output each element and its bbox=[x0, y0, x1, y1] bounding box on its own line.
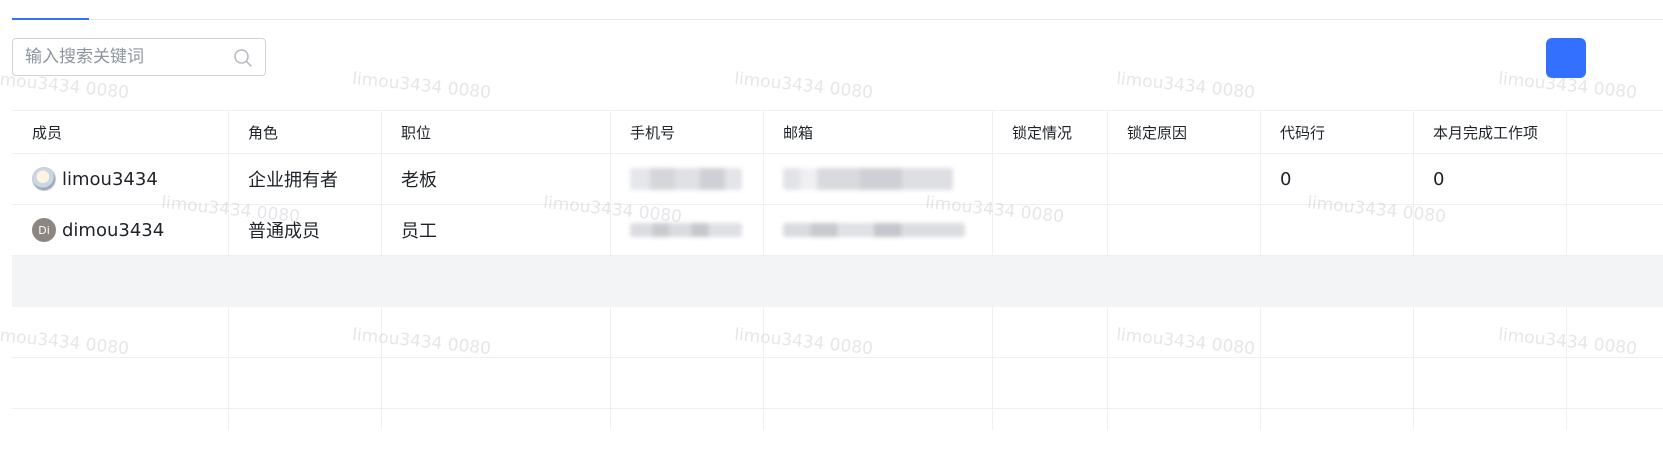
phone-cell bbox=[610, 205, 763, 255]
header-member[interactable]: 成员 bbox=[12, 111, 228, 153]
lock-reason-cell bbox=[1107, 154, 1260, 204]
member-cell[interactable]: Di dimou3434 bbox=[12, 205, 228, 255]
blurred-phone bbox=[630, 223, 742, 237]
code-lines-cell: 0 bbox=[1280, 168, 1292, 190]
lock-status-cell bbox=[992, 205, 1107, 255]
search-box[interactable] bbox=[12, 38, 266, 76]
lock-reason-cell bbox=[1107, 205, 1260, 255]
blurred-email bbox=[783, 223, 965, 237]
header-phone[interactable]: 手机号 bbox=[610, 111, 763, 153]
email-cell bbox=[763, 154, 992, 204]
watermark: limou3434 0080 bbox=[733, 68, 874, 104]
work-items-cell: 0 bbox=[1433, 168, 1445, 190]
avatar: Di bbox=[32, 218, 56, 242]
header-code-lines[interactable]: 代码行 bbox=[1260, 111, 1413, 153]
header-lock-reason[interactable]: 锁定原因 bbox=[1107, 111, 1260, 153]
header-work-items[interactable]: 本月完成工作项 bbox=[1413, 111, 1566, 153]
blurred-phone bbox=[630, 168, 742, 190]
email-cell bbox=[763, 205, 992, 255]
watermark: limou3434 0080 bbox=[1115, 68, 1256, 104]
avatar bbox=[32, 167, 56, 191]
search-icon[interactable] bbox=[233, 48, 253, 68]
table-row[interactable]: limou3434 企业拥有者 老板 0 0 bbox=[12, 154, 1663, 205]
empty-row bbox=[12, 358, 1663, 409]
table-header: 成员 角色 职位 手机号 邮箱 锁定情况 锁定原因 代码行 本月完成工作项 bbox=[12, 110, 1663, 154]
header-email[interactable]: 邮箱 bbox=[763, 111, 992, 153]
tab-bar-divider bbox=[12, 19, 1663, 20]
header-lock-status[interactable]: 锁定情况 bbox=[992, 111, 1107, 153]
search-input[interactable] bbox=[25, 39, 225, 75]
phone-cell bbox=[610, 154, 763, 204]
active-tab-indicator bbox=[12, 18, 89, 20]
add-member-button[interactable] bbox=[1546, 38, 1586, 78]
position-cell: 员工 bbox=[401, 221, 437, 242]
member-cell[interactable]: limou3434 bbox=[12, 154, 228, 204]
role-cell: 企业拥有者 bbox=[248, 170, 338, 191]
blurred-email bbox=[783, 168, 953, 190]
member-name[interactable]: dimou3434 bbox=[62, 220, 164, 241]
work-items-cell bbox=[1413, 205, 1566, 255]
lock-status-cell bbox=[992, 154, 1107, 204]
header-position[interactable]: 职位 bbox=[381, 111, 610, 153]
code-lines-cell bbox=[1260, 205, 1413, 255]
position-cell: 老板 bbox=[401, 170, 437, 191]
empty-row bbox=[12, 307, 1663, 358]
watermark: limou3434 0080 bbox=[351, 68, 492, 104]
empty-row-highlight bbox=[12, 256, 1663, 307]
header-role[interactable]: 角色 bbox=[228, 111, 381, 153]
member-name[interactable]: limou3434 bbox=[62, 169, 158, 190]
role-cell: 普通成员 bbox=[248, 221, 320, 242]
table-row[interactable]: Di dimou3434 普通成员 员工 bbox=[12, 205, 1663, 256]
